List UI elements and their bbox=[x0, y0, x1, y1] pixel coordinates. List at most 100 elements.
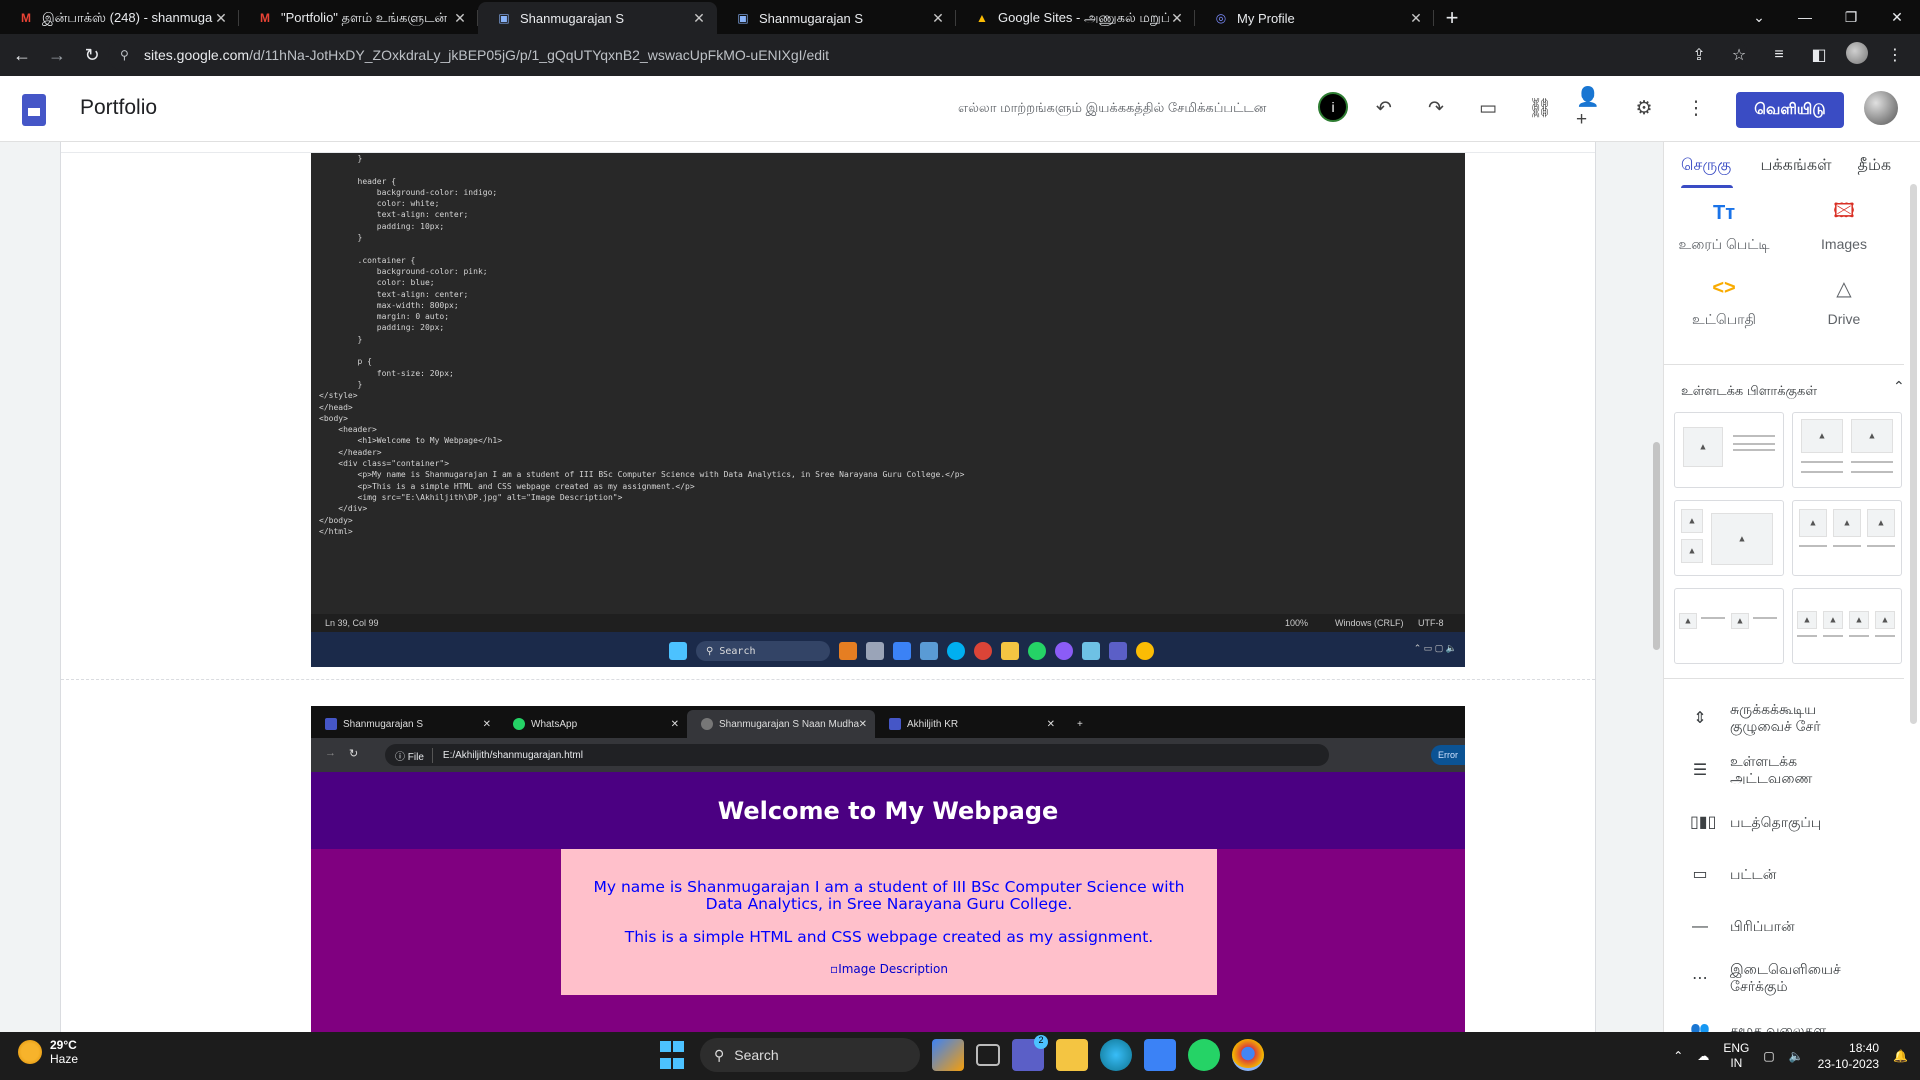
weather-widget[interactable]: 29°C Haze bbox=[18, 1038, 78, 1066]
widgets-icon[interactable] bbox=[932, 1039, 964, 1071]
language-code: ENG bbox=[1723, 1041, 1750, 1055]
site-page: } header { background-color: indigo; col… bbox=[60, 142, 1596, 1032]
close-tab-icon[interactable]: ✕ bbox=[1408, 10, 1424, 27]
google-sites-logo-icon[interactable] bbox=[22, 94, 46, 126]
network-icon[interactable]: ▢ bbox=[1763, 1049, 1774, 1063]
site-info-icon[interactable]: ⚲ bbox=[120, 48, 134, 62]
share-icon[interactable]: ⇪ bbox=[1686, 42, 1712, 68]
code-line: margin: 0 auto; bbox=[319, 312, 450, 322]
insert-table-of-contents[interactable]: ☰ உள்ளடக்க அட்டவணை bbox=[1664, 744, 1904, 796]
share-with-others-icon[interactable]: 👤+ bbox=[1576, 87, 1608, 130]
layout-four-images[interactable] bbox=[1792, 588, 1902, 664]
task-view-icon[interactable] bbox=[976, 1044, 1000, 1066]
layout-image-grid[interactable] bbox=[1674, 500, 1784, 576]
minimize-button[interactable]: — bbox=[1782, 0, 1828, 34]
notification-bell-icon[interactable]: 🔔 bbox=[1893, 1049, 1908, 1063]
more-options-icon[interactable]: ⋮ bbox=[1680, 92, 1712, 124]
bookmark-star-icon[interactable]: ☆ bbox=[1726, 42, 1752, 68]
undo-icon[interactable]: ↶ bbox=[1368, 92, 1400, 124]
link-icon[interactable]: ⛓ bbox=[1524, 92, 1556, 124]
code-line: text-align: center; bbox=[319, 210, 469, 220]
close-tab-icon[interactable]: ✕ bbox=[930, 10, 946, 27]
back-arrow-icon[interactable]: ← bbox=[9, 42, 35, 68]
layout-two-images[interactable] bbox=[1792, 412, 1902, 488]
address-bar[interactable]: ⚲ sites.google.com/d/11hNa-JotHxDY_ZOxkd… bbox=[108, 39, 1748, 71]
text-line bbox=[1833, 545, 1861, 547]
close-tab-icon[interactable]: ✕ bbox=[691, 10, 707, 27]
browser-tab-sites[interactable]: ▣ Shanmugarajan S ✕ bbox=[717, 2, 956, 34]
code-editor-screenshot[interactable]: } header { background-color: indigo; col… bbox=[311, 153, 1465, 667]
insert-images[interactable]: 🖾 Images bbox=[1784, 198, 1904, 255]
redo-icon[interactable]: ↷ bbox=[1420, 92, 1452, 124]
browser-tab-sites-active[interactable]: ▣ Shanmugarajan S ✕ bbox=[478, 2, 717, 34]
gmail-icon: M bbox=[260, 11, 270, 25]
chrome-icon[interactable] bbox=[1232, 1039, 1264, 1071]
insert-spacer[interactable]: ⋯ இடைவெளியைச் சேர்க்கும் bbox=[1664, 952, 1904, 1004]
browser-tab-profile[interactable]: ◎ My Profile ✕ bbox=[1195, 2, 1434, 34]
user-avatar[interactable] bbox=[1864, 91, 1898, 125]
file-explorer-icon[interactable] bbox=[1056, 1039, 1088, 1071]
panel-scrollbar[interactable] bbox=[1910, 184, 1917, 724]
forward-arrow-icon[interactable]: → bbox=[44, 42, 70, 68]
info-icon[interactable]: i bbox=[1318, 92, 1348, 122]
webpage-paragraph-2: This is a simple HTML and CSS webpage cr… bbox=[624, 928, 1154, 946]
tab-insert[interactable]: செருகு bbox=[1664, 142, 1743, 190]
browser-tab-strip: M இன்பாக்ஸ் (248) - shanmugara ✕ M "Port… bbox=[0, 0, 1920, 34]
insert-text-box[interactable]: Tт உரைப் பெட்டி bbox=[1664, 198, 1784, 255]
tab-pages[interactable]: பக்கங்கள் bbox=[1743, 142, 1840, 190]
zoom-level: 100% bbox=[1285, 618, 1309, 628]
side-panel-icon[interactable]: ◧ bbox=[1806, 42, 1832, 68]
onedrive-icon[interactable]: ☁ bbox=[1697, 1049, 1709, 1063]
close-tab-icon[interactable]: ✕ bbox=[1169, 10, 1185, 27]
code-line: </html> bbox=[319, 526, 353, 536]
insert-item-label: உரைப் பெட்டி bbox=[1678, 236, 1770, 252]
insert-drive[interactable]: △ Drive bbox=[1784, 273, 1904, 330]
close-tab-icon: ✕ bbox=[482, 718, 491, 730]
layout-image-text[interactable] bbox=[1674, 412, 1784, 488]
whatsapp-icon[interactable] bbox=[1188, 1039, 1220, 1071]
close-tab-icon[interactable]: ✕ bbox=[213, 10, 229, 27]
teams-chat-icon[interactable]: 2 bbox=[1012, 1035, 1048, 1071]
insert-embed[interactable]: <> உட்பொதி bbox=[1664, 273, 1784, 330]
canvas-scrollbar[interactable] bbox=[1653, 442, 1660, 650]
image-icon: 🖾 bbox=[1833, 200, 1855, 222]
code-line: </body> bbox=[319, 515, 353, 525]
insert-collapsible-group[interactable]: ⇕ சுருக்கக்கூடிய குழுவைச் சேர் bbox=[1664, 692, 1904, 744]
insert-button[interactable]: ▭ பட்டன் bbox=[1664, 848, 1904, 900]
restore-button[interactable]: ❐ bbox=[1828, 0, 1874, 34]
browser-tab-gmail-portfolio[interactable]: M "Portfolio" தளம் உங்களுடன் ✕ bbox=[239, 2, 478, 34]
microsoft-store-icon[interactable] bbox=[1144, 1039, 1176, 1071]
reload-icon[interactable]: ↻ bbox=[79, 42, 105, 68]
language-indicator[interactable]: ENG IN bbox=[1723, 1041, 1749, 1071]
menu-dots-icon[interactable]: ⋮ bbox=[1882, 42, 1908, 68]
clock[interactable]: 18:40 23-10-2023 bbox=[1818, 1040, 1879, 1072]
layout-three-images[interactable] bbox=[1792, 500, 1902, 576]
settings-gear-icon[interactable]: ⚙ bbox=[1628, 92, 1660, 124]
windows-start-icon[interactable] bbox=[656, 1039, 688, 1071]
browser-output-screenshot[interactable]: Shanmugarajan S ✕ WhatsApp ✕ Shanmugarajan… bbox=[311, 706, 1465, 1032]
media-controls-icon[interactable]: ≡ bbox=[1766, 42, 1792, 68]
code-line: </style> bbox=[319, 391, 358, 401]
edge-icon[interactable] bbox=[1100, 1039, 1132, 1071]
close-tab-icon[interactable]: ✕ bbox=[452, 10, 468, 27]
layout-image-text-pairs[interactable] bbox=[1674, 588, 1784, 664]
insert-divider[interactable]: — பிரிப்பான் bbox=[1664, 900, 1904, 952]
preview-icon[interactable]: ▭ bbox=[1472, 92, 1504, 124]
browser-tab-drive[interactable]: ▲ Google Sites - அணுகல் மறுப் ✕ bbox=[956, 2, 1195, 34]
tab-search-icon[interactable]: ⌄ bbox=[1736, 0, 1782, 34]
site-name[interactable]: Portfolio bbox=[80, 96, 157, 120]
new-tab-button[interactable]: + bbox=[1434, 2, 1470, 34]
forward-arrow-icon: → bbox=[325, 747, 336, 759]
code-line: <body> bbox=[319, 413, 348, 423]
chevron-up-icon[interactable]: ⌃ bbox=[1893, 378, 1905, 395]
browser-tab-gmail-inbox[interactable]: M இன்பாக்ஸ் (248) - shanmugara ✕ bbox=[0, 2, 239, 34]
close-window-button[interactable]: ✕ bbox=[1874, 0, 1920, 34]
volume-icon[interactable]: 🔈 bbox=[1789, 1049, 1804, 1063]
profile-avatar[interactable] bbox=[1846, 42, 1868, 64]
tab-themes[interactable]: தீம்க bbox=[1841, 142, 1920, 190]
insert-image-carousel[interactable]: ▯▮▯ படத்தொகுப்பு bbox=[1664, 796, 1904, 848]
chevron-up-icon[interactable]: ⌃ bbox=[1673, 1049, 1683, 1063]
publish-button[interactable]: வெளியிடு bbox=[1736, 92, 1844, 128]
taskbar-search[interactable]: ⚲ Search bbox=[700, 1038, 920, 1072]
insert-social-links[interactable]: 👥 சமூக வலைதள bbox=[1664, 1004, 1904, 1033]
